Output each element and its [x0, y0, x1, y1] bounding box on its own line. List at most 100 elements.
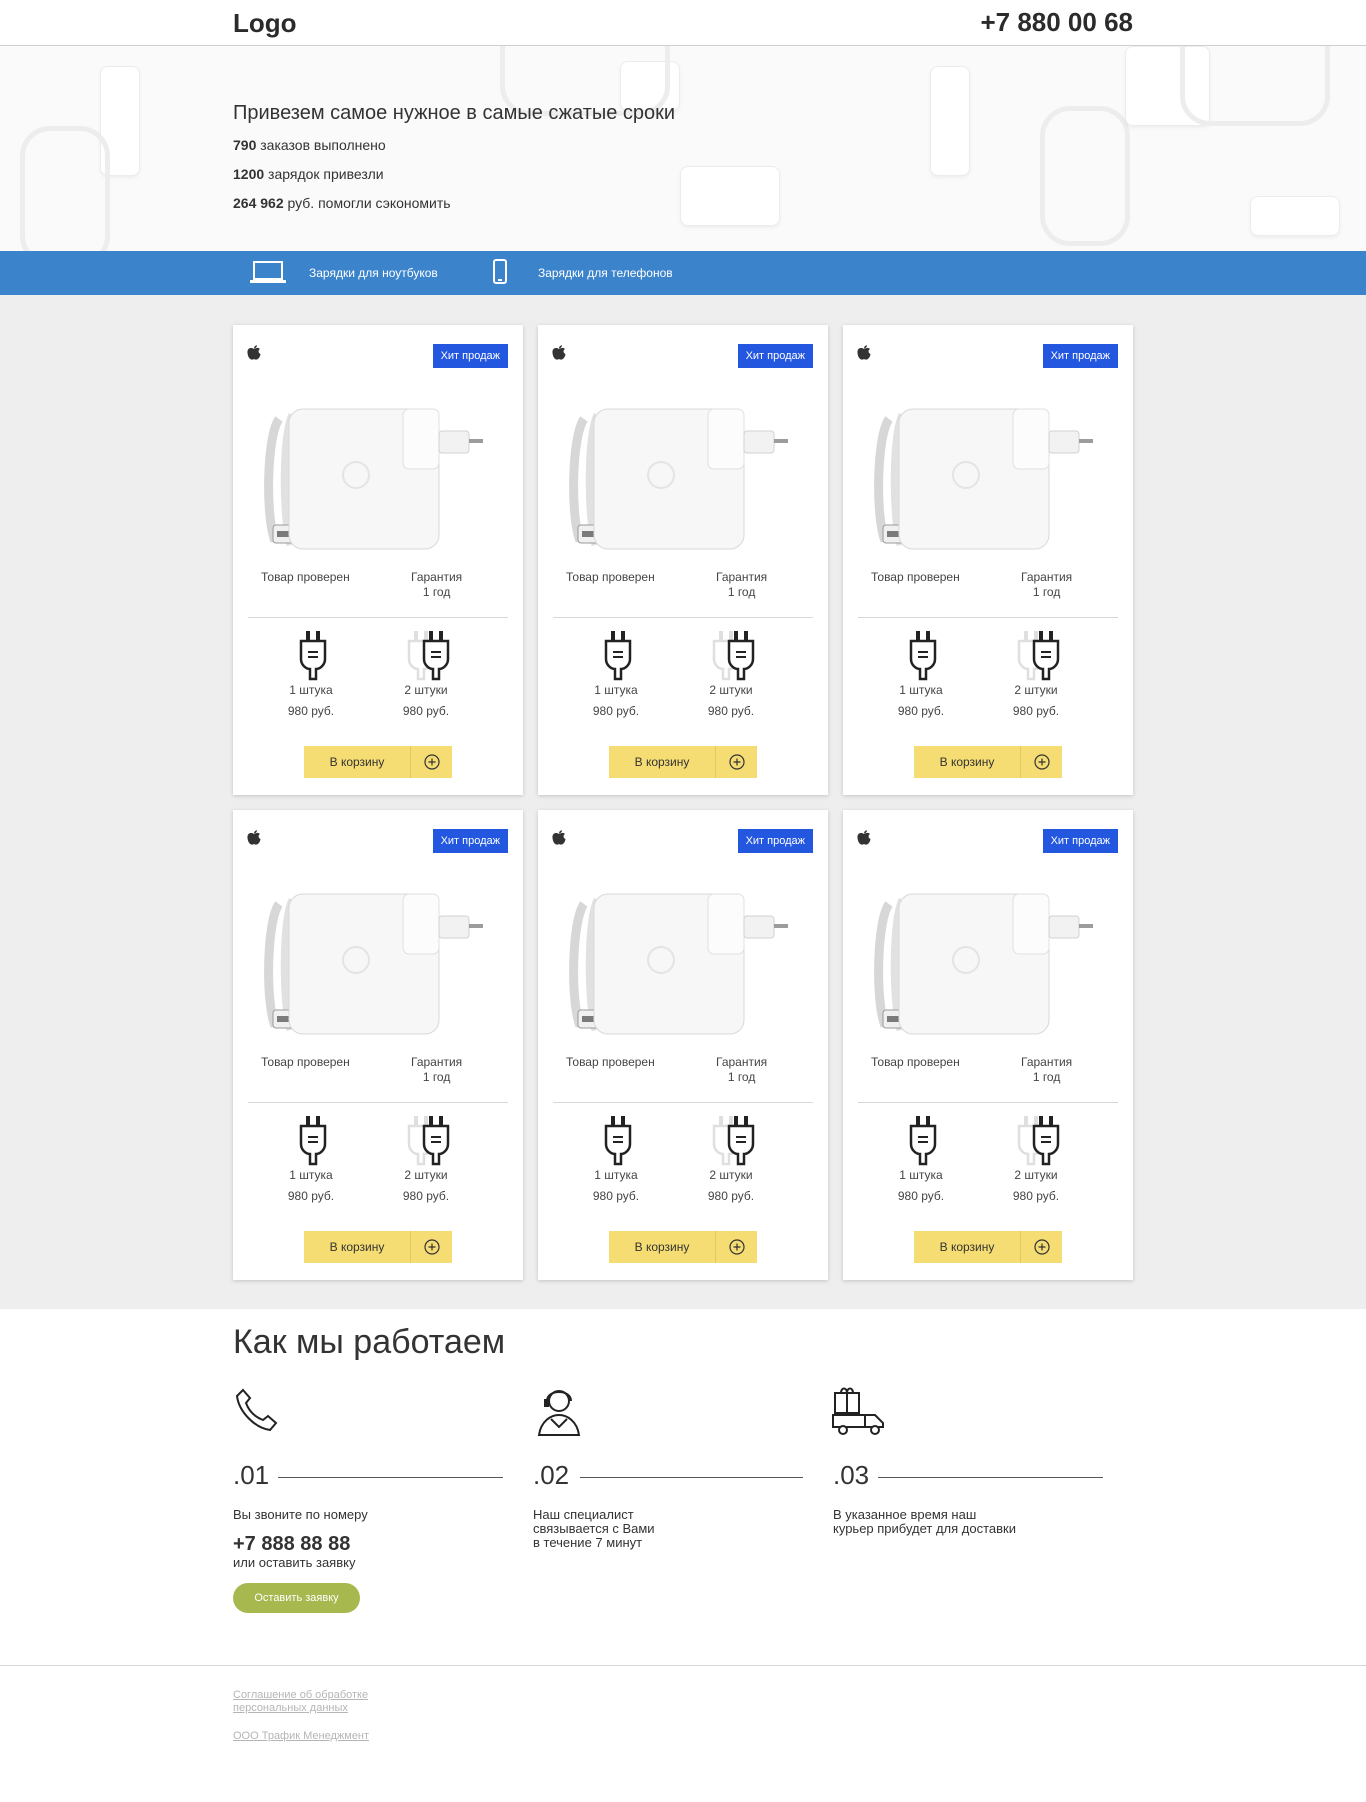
apple-icon — [857, 830, 871, 846]
feature-checked: Товар проверен — [261, 1055, 350, 1069]
step-1-phone[interactable]: +7 888 88 88 — [233, 1533, 350, 1556]
feature-warranty: Гарантия 1 год — [716, 570, 768, 599]
step-line — [278, 1477, 503, 1478]
product-image[interactable] — [871, 890, 1121, 1040]
add-to-cart-button[interactable]: В корзину — [609, 746, 716, 778]
feature-checked: Товар проверен — [261, 570, 350, 584]
add-to-cart-button[interactable]: В корзину — [914, 746, 1021, 778]
products-grid: Хит продаж Товар проверен Гарантия 1 год — [0, 295, 1366, 1309]
step-1-text: Вы звоните по номеру — [233, 1507, 368, 1522]
phone-icon — [492, 258, 508, 288]
step-number: .03 — [833, 1460, 870, 1490]
bestseller-badge: Хит продаж — [1042, 829, 1118, 853]
option-one-piece[interactable]: 1 штука 980 руб. — [256, 1116, 366, 1203]
plus-circle-icon[interactable] — [411, 746, 452, 778]
step-1-or: или оставить заявку — [233, 1555, 356, 1570]
apple-icon — [857, 345, 871, 361]
product-card: Хит продаж Товар проверен Гарантия 1 год — [843, 810, 1133, 1280]
hero-banner: Привезем самое нужное в самые сжатые сро… — [0, 46, 1366, 251]
plug-icon — [561, 1116, 671, 1166]
add-to-cart-button[interactable]: В корзину — [609, 1231, 716, 1263]
plug-pair-icon — [676, 631, 786, 681]
option-two-pieces[interactable]: 2 штуки 980 руб. — [981, 1116, 1091, 1203]
step-line — [878, 1477, 1103, 1478]
plus-circle-icon[interactable] — [1021, 1231, 1062, 1263]
plug-icon — [561, 631, 671, 681]
nav-item-label: Зарядки для ноутбуков — [309, 266, 438, 280]
plug-pair-icon — [981, 1116, 1091, 1166]
add-to-cart-button[interactable]: В корзину — [304, 1231, 411, 1263]
plug-icon — [256, 631, 366, 681]
add-to-cart: В корзину — [914, 1231, 1062, 1263]
product-image[interactable] — [871, 405, 1121, 555]
phone-handset-icon — [233, 1386, 281, 1439]
option-one-piece[interactable]: 1 штука 980 руб. — [561, 1116, 671, 1203]
site-header: Logo +7 880 00 68 — [0, 0, 1366, 46]
product-image[interactable] — [261, 405, 511, 555]
plug-pair-icon — [676, 1116, 786, 1166]
feature-checked: Товар проверен — [566, 570, 655, 584]
hero-stat-savings: 264 962 руб. помогли сэкономить — [233, 195, 451, 211]
plug-icon — [866, 631, 976, 681]
apple-icon — [552, 345, 566, 361]
feature-checked: Товар проверен — [566, 1055, 655, 1069]
add-to-cart: В корзину — [304, 1231, 452, 1263]
option-one-piece[interactable]: 1 штука 980 руб. — [866, 631, 976, 718]
bestseller-badge: Хит продаж — [737, 829, 813, 853]
plus-circle-icon[interactable] — [716, 1231, 757, 1263]
plus-circle-icon[interactable] — [716, 746, 757, 778]
apple-icon — [247, 345, 261, 361]
divider — [248, 1102, 508, 1103]
logo[interactable]: Logo — [233, 8, 297, 39]
privacy-policy-link[interactable]: Соглашение об обработке персональных дан… — [233, 1689, 368, 1715]
submit-request-button[interactable]: Оставить заявку — [233, 1583, 360, 1613]
add-to-cart-button[interactable]: В корзину — [304, 746, 411, 778]
option-two-pieces[interactable]: 2 штуки 980 руб. — [371, 631, 481, 718]
category-nav: Зарядки для ноутбуков Зарядки для телефо… — [0, 251, 1366, 295]
product-image[interactable] — [261, 890, 511, 1040]
divider — [858, 1102, 1118, 1103]
step-2-text: Наш специалист связывается с Вами в тече… — [533, 1507, 655, 1550]
bestseller-badge: Хит продаж — [432, 344, 508, 368]
divider — [553, 1102, 813, 1103]
product-card: Хит продаж Товар проверен Гарантия 1 год — [233, 810, 523, 1280]
step-line — [580, 1477, 803, 1478]
bestseller-badge: Хит продаж — [432, 829, 508, 853]
header-phone[interactable]: +7 880 00 68 — [980, 7, 1133, 38]
site-footer: Соглашение об обработке персональных дан… — [0, 1665, 1366, 1802]
nav-item-laptop-chargers[interactable]: Зарядки для ноутбуков — [249, 251, 438, 295]
feature-warranty: Гарантия 1 год — [411, 1055, 463, 1084]
nav-item-phone-chargers[interactable]: Зарядки для телефонов — [492, 251, 673, 295]
option-two-pieces[interactable]: 2 штуки 980 руб. — [676, 1116, 786, 1203]
add-to-cart: В корзину — [609, 746, 757, 778]
add-to-cart: В корзину — [304, 746, 452, 778]
product-card: Хит продаж Товар проверен Гарантия 1 год — [843, 325, 1133, 795]
product-card: Хит продаж Товар проверен Гарантия 1 год — [538, 810, 828, 1280]
option-one-piece[interactable]: 1 штука 980 руб. — [866, 1116, 976, 1203]
divider — [248, 617, 508, 618]
plus-circle-icon[interactable] — [411, 1231, 452, 1263]
plug-icon — [256, 1116, 366, 1166]
plug-pair-icon — [371, 631, 481, 681]
option-one-piece[interactable]: 1 штука 980 руб. — [256, 631, 366, 718]
bestseller-badge: Хит продаж — [737, 344, 813, 368]
plug-icon — [866, 1116, 976, 1166]
divider — [553, 617, 813, 618]
hero-title: Привезем самое нужное в самые сжатые сро… — [233, 102, 676, 124]
plus-circle-icon[interactable] — [1021, 746, 1062, 778]
option-two-pieces[interactable]: 2 штуки 980 руб. — [371, 1116, 481, 1203]
option-two-pieces[interactable]: 2 штуки 980 руб. — [676, 631, 786, 718]
product-card: Хит продаж Товар проверен Гарантия 1 год — [233, 325, 523, 795]
feature-checked: Товар проверен — [871, 570, 960, 584]
product-image[interactable] — [566, 405, 816, 555]
apple-icon — [552, 830, 566, 846]
add-to-cart-button[interactable]: В корзину — [914, 1231, 1021, 1263]
company-link[interactable]: ООО Трафик Менеджмент — [233, 1730, 369, 1743]
delivery-truck-icon — [831, 1385, 887, 1442]
hero-stat-orders: 790 заказов выполнено — [233, 137, 386, 153]
option-one-piece[interactable]: 1 штука 980 руб. — [561, 631, 671, 718]
bestseller-badge: Хит продаж — [1042, 344, 1118, 368]
divider — [858, 617, 1118, 618]
product-image[interactable] — [566, 890, 816, 1040]
option-two-pieces[interactable]: 2 штуки 980 руб. — [981, 631, 1091, 718]
